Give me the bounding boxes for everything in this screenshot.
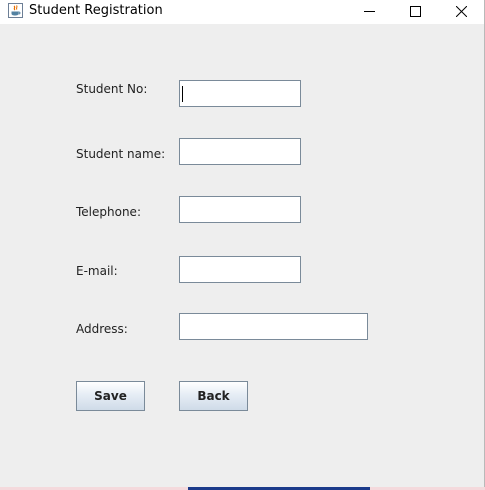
email-label: E-mail:: [76, 264, 118, 278]
telephone-field[interactable]: [179, 196, 301, 223]
student-name-field[interactable]: [179, 138, 301, 165]
student-no-label: Student No:: [76, 82, 148, 96]
window-title: Student Registration: [29, 3, 163, 18]
telephone-label: Telephone:: [76, 205, 141, 219]
title-bar[interactable]: Student Registration: [0, 0, 484, 24]
student-no-field[interactable]: [179, 80, 301, 107]
minimize-button[interactable]: [346, 0, 392, 22]
close-button[interactable]: [438, 0, 484, 22]
address-field[interactable]: [179, 313, 368, 340]
close-icon: [455, 5, 467, 17]
student-name-label: Student name:: [76, 147, 166, 161]
address-label: Address:: [76, 322, 128, 336]
back-button[interactable]: Back: [179, 381, 248, 411]
maximize-icon: [409, 5, 421, 17]
app-window: Student Registration Student No: Student…: [0, 0, 485, 487]
maximize-button[interactable]: [392, 0, 438, 22]
minimize-icon: [363, 10, 375, 12]
text-caret: [182, 86, 183, 102]
java-app-icon: [8, 3, 23, 18]
email-field[interactable]: [179, 256, 301, 283]
save-button[interactable]: Save: [76, 381, 145, 411]
